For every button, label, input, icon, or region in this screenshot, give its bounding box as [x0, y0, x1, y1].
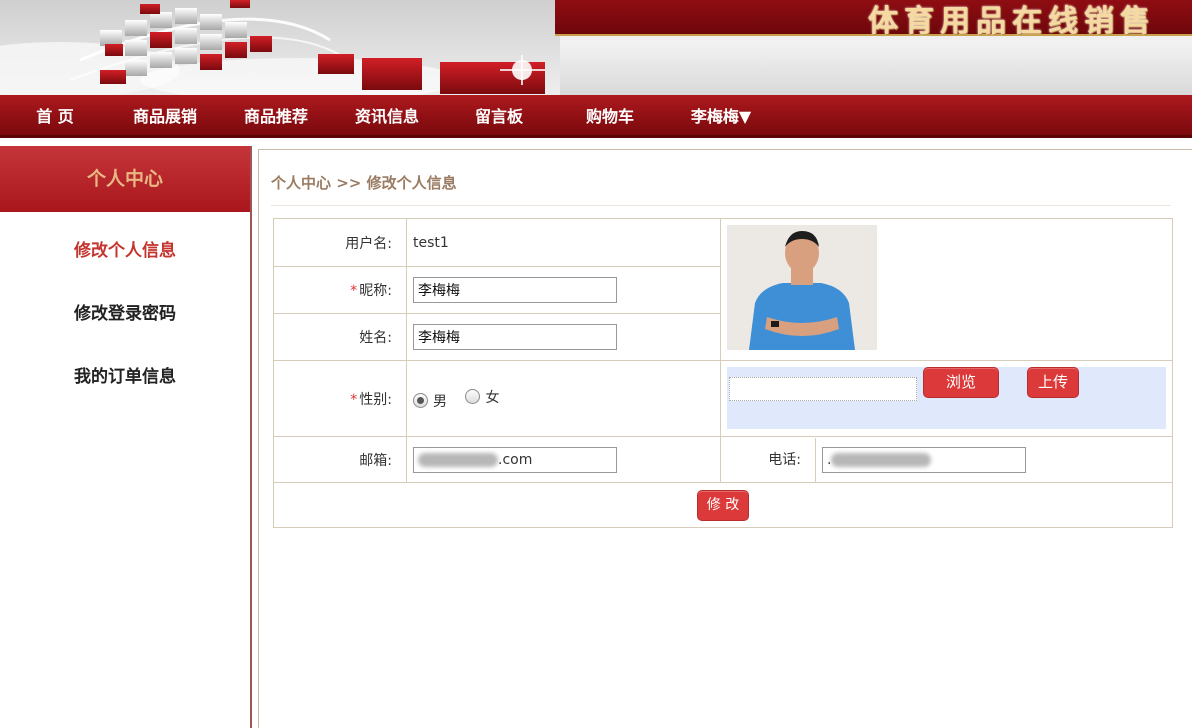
photo-cell [720, 218, 1173, 361]
gender-male-label: 男 [433, 393, 447, 410]
nav-products[interactable]: 商品展销 [122, 95, 208, 138]
submit-row: 修 改 [273, 482, 1173, 528]
gender-female-option[interactable]: 女 [465, 387, 499, 407]
gender-female-label: 女 [485, 389, 500, 406]
nickname-input[interactable] [413, 277, 617, 303]
main-nav: 首 页 商品展销 商品推荐 资讯信息 留言板 购物车 李梅梅▼ [0, 95, 1192, 138]
avatar-photo [727, 225, 877, 350]
banner-title-strip: 体育用品在线销售 [555, 0, 1192, 39]
username-label: 用户名: [273, 218, 407, 267]
realname-label: 姓名: [273, 313, 407, 361]
sidebar-heading: 个人中心 [0, 146, 250, 212]
required-mark: * [350, 283, 358, 299]
nickname-label: * 昵称: [273, 266, 407, 314]
divider [271, 205, 1171, 206]
nav-cart[interactable]: 购物车 [571, 95, 649, 138]
site-banner: 体育用品在线销售 [0, 0, 1192, 95]
phone-cell: 电话: . [720, 436, 1173, 483]
file-path-input[interactable] [729, 377, 917, 401]
nav-news[interactable]: 资讯信息 [344, 95, 430, 138]
required-mark: * [350, 391, 358, 408]
breadcrumb: 个人中心 >> 修改个人信息 [271, 174, 457, 192]
email-label: 邮箱: [273, 436, 407, 483]
radio-selected-icon[interactable] [413, 393, 428, 408]
person-image [727, 225, 877, 350]
nav-recommended[interactable]: 商品推荐 [233, 95, 319, 138]
gender-male-option[interactable]: 男 [413, 391, 447, 411]
submit-button[interactable]: 修 改 [697, 489, 749, 521]
profile-form: 用户名: test1 * 昵称: 李梅梅 姓名: 李梅梅 * 性别: 男 女 浏… [273, 218, 1173, 528]
realname-input[interactable] [413, 324, 617, 350]
redacted-text [831, 452, 932, 467]
cube-graphic [0, 0, 560, 95]
site-title: 体育用品在线销售 [868, 4, 1156, 39]
nav-user-menu[interactable]: 李梅梅▼ [676, 95, 766, 138]
redacted-text [418, 452, 498, 467]
sidebar: 个人中心 修改个人信息 修改登录密码 我的订单信息 [0, 146, 252, 728]
username-value-cell: test1 [406, 218, 721, 267]
nav-messages[interactable]: 留言板 [460, 95, 538, 138]
upload-cell: 浏览 上传 [720, 360, 1173, 437]
sidebar-item-change-password[interactable]: 修改登录密码 [0, 283, 250, 346]
sidebar-item-my-orders[interactable]: 我的订单信息 [0, 346, 250, 409]
upload-area: 浏览 上传 [727, 367, 1166, 429]
nickname-cell [406, 266, 721, 314]
upload-button[interactable]: 上传 [1027, 367, 1079, 398]
gender-cell: 男 女 [406, 360, 721, 437]
email-input[interactable]: .com [413, 446, 617, 473]
gender-label: * 性别: [273, 360, 407, 437]
username-value: test1 [413, 234, 449, 251]
sidebar-item-edit-profile[interactable]: 修改个人信息 [0, 220, 250, 283]
realname-cell [406, 313, 721, 361]
phone-input[interactable]: . [822, 446, 1026, 473]
email-cell: .com [406, 436, 721, 483]
phone-label: 电话: [721, 437, 816, 482]
browse-button[interactable]: 浏览 [923, 367, 999, 398]
nav-home[interactable]: 首 页 [20, 95, 90, 138]
main-content: 个人中心 >> 修改个人信息 用户名: test1 * 昵称: 李梅梅 姓名: … [258, 149, 1192, 728]
radio-empty-icon[interactable] [465, 389, 481, 404]
